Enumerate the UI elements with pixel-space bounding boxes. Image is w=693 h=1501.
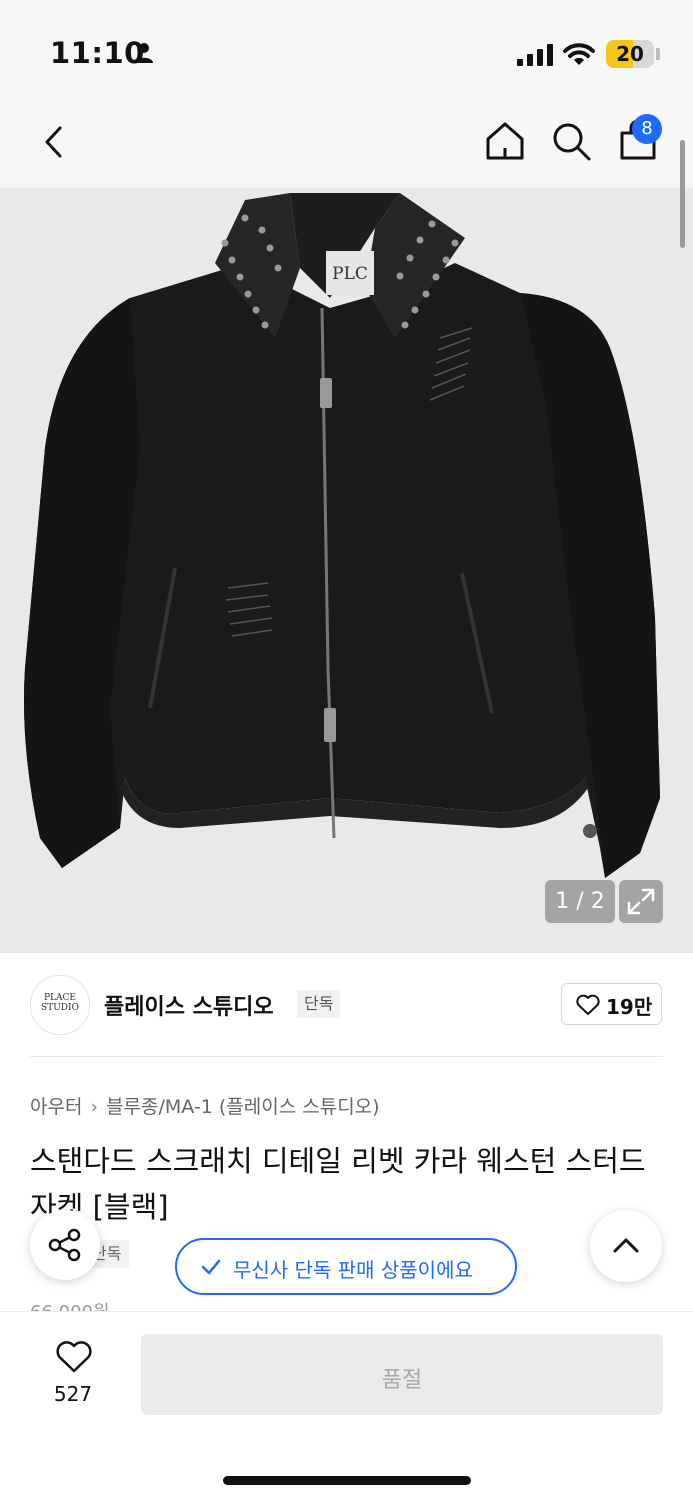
brand-like-count: 19만 (606, 995, 653, 1019)
wishlist-count: 527 (53, 1382, 93, 1406)
home-icon[interactable] (484, 120, 526, 162)
cellular-signal-icon (517, 44, 553, 66)
product-title: 스탠다드 스크래치 디테일 리벳 카라 웨스턴 스터드 자켓 [블랙] (30, 1144, 646, 1224)
share-button[interactable] (30, 1210, 100, 1280)
page-scrollbar[interactable] (680, 140, 685, 248)
brand-exclusive-tag: 단독 (297, 990, 341, 1018)
brand-row: PLACE STUDIO 플레이스 스튜디오 단독 19만 (0, 953, 693, 1057)
battery-tip (656, 48, 660, 60)
wishlist-heart-icon[interactable] (55, 1340, 93, 1374)
heart-icon (576, 994, 600, 1015)
brand-logo-text-1: PLACE (44, 993, 76, 1003)
wifi-icon (563, 43, 595, 65)
top-navigation (0, 100, 693, 188)
breadcrumb: 아우터 › 블루종/MA-1 (플레이스 스튜디오) (30, 1092, 380, 1119)
chevron-right-icon: › (90, 1096, 99, 1118)
share-icon (48, 1228, 81, 1262)
brand-logo[interactable]: PLACE STUDIO (30, 975, 90, 1035)
exclusive-notice-pill: 무신사 단독 판매 상품이에요 (175, 1238, 517, 1295)
exclusive-notice-text: 무신사 단독 판매 상품이에요 (233, 1258, 473, 1282)
brand-like-button[interactable]: 19만 (561, 983, 662, 1025)
expand-image-button[interactable] (619, 880, 663, 923)
status-bar: 11:10 20 (0, 0, 693, 100)
expand-icon (627, 888, 655, 915)
chevron-up-icon (613, 1238, 639, 1253)
home-indicator (223, 1476, 471, 1485)
status-time: 11:10 (50, 36, 145, 70)
scroll-to-top-button[interactable] (590, 1210, 662, 1282)
svg-text:PLC: PLC (332, 264, 368, 284)
check-icon (201, 1259, 221, 1275)
back-arrow-icon[interactable] (36, 122, 76, 162)
product-image-gallery[interactable]: PLC (0, 188, 693, 953)
breadcrumb-item-outer[interactable]: 아우터 (30, 1096, 82, 1118)
divider (30, 1056, 663, 1057)
sold-out-label: 품절 (381, 1368, 423, 1393)
cart-count-badge: 8 (632, 114, 662, 144)
image-counter: 1 / 2 (545, 880, 615, 923)
sold-out-button[interactable]: 품절 (141, 1334, 663, 1415)
battery-indicator: 20 (606, 40, 654, 68)
person-icon (135, 43, 153, 63)
product-jacket-image: PLC (24, 193, 660, 878)
breadcrumb-item-blouson[interactable]: 블루종/MA-1 (플레이스 스튜디오) (106, 1096, 380, 1118)
battery-percent: 20 (616, 42, 644, 66)
search-icon[interactable] (550, 120, 592, 162)
brand-name[interactable]: 플레이스 스튜디오 (104, 989, 274, 1021)
brand-logo-text-2: STUDIO (41, 1003, 79, 1013)
